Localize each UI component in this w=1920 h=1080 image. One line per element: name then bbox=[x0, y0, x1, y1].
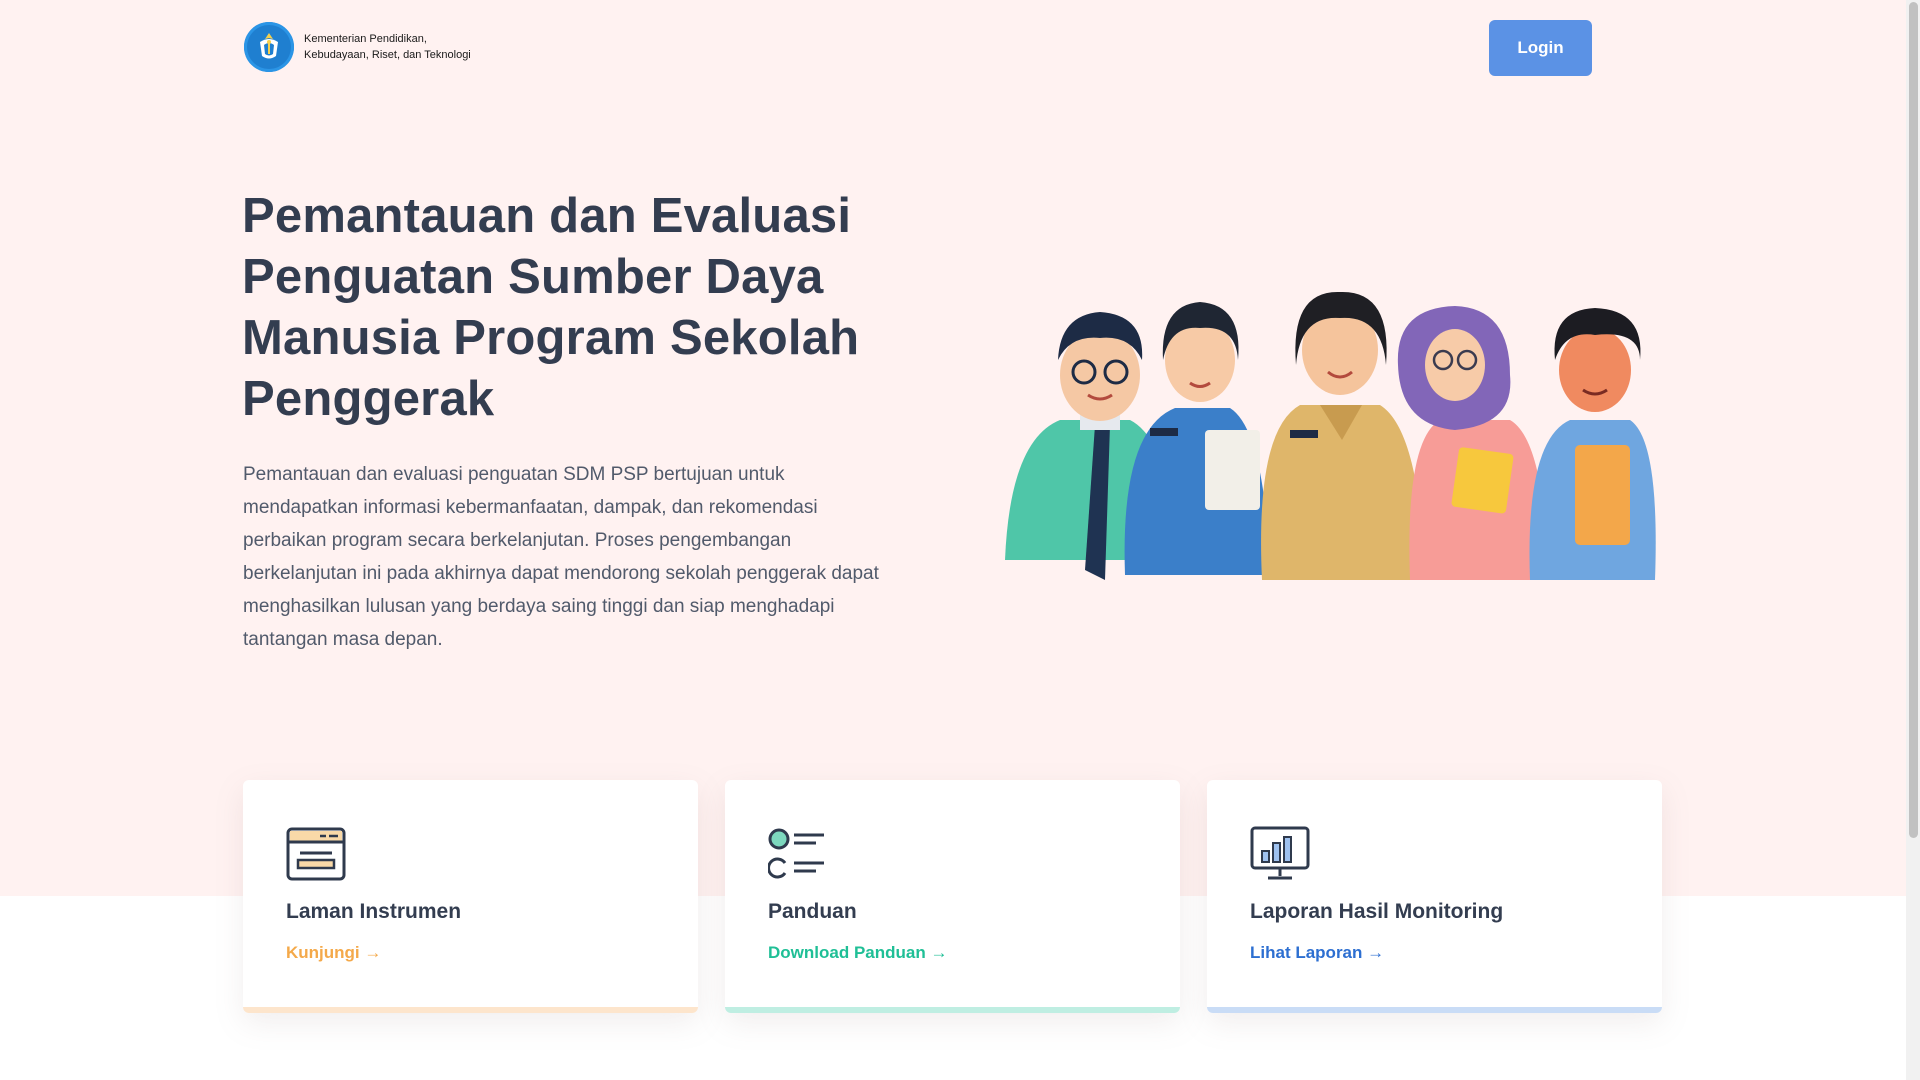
checklist-icon bbox=[768, 828, 824, 879]
card-panduan[interactable]: Panduan Download Panduan → bbox=[725, 780, 1180, 1013]
login-button[interactable]: Login bbox=[1489, 20, 1592, 76]
card-laporan-hasil-monitoring[interactable]: Laporan Hasil Monitoring Lihat Laporan → bbox=[1207, 780, 1662, 1013]
card-laman-instrumen[interactable]: Laman Instrumen Kunjungi → bbox=[243, 780, 698, 1013]
card-accent-bar bbox=[725, 1007, 1180, 1013]
ministry-name: Kementerian Pendidikan, Kebudayaan, Rise… bbox=[304, 31, 471, 63]
card-title: Panduan bbox=[768, 900, 857, 923]
people-illustration bbox=[1005, 291, 1656, 580]
card-title: Laman Instrumen bbox=[286, 900, 462, 923]
card-accent-bar bbox=[1207, 1007, 1662, 1013]
ministry-logo[interactable]: Kementerian Pendidikan, Kebudayaan, Rise… bbox=[244, 22, 471, 72]
landing-page: Kementerian Pendidikan, Kebudayaan, Rise… bbox=[0, 0, 1906, 1080]
download-panduan-link[interactable]: Download Panduan → bbox=[768, 943, 947, 963]
tut-wuri-handayani-emblem-icon bbox=[244, 22, 294, 72]
card-accent-bar bbox=[243, 1007, 698, 1013]
hero-title: Pemantauan dan Evaluasi Penguatan Sumber… bbox=[242, 189, 860, 426]
browser-window-icon bbox=[286, 827, 346, 881]
lihat-laporan-link[interactable]: Lihat Laporan → bbox=[1250, 943, 1384, 963]
vertical-scrollbar[interactable] bbox=[1906, 0, 1920, 1080]
ministry-name-line1: Kementerian Pendidikan, bbox=[304, 33, 427, 45]
kunjungi-link[interactable]: Kunjungi → bbox=[286, 943, 381, 963]
hero-description: Pemantauan dan evaluasi penguatan SDM PS… bbox=[243, 464, 879, 650]
card-title: Laporan Hasil Monitoring bbox=[1250, 900, 1504, 923]
ministry-name-line2: Kebudayaan, Riset, dan Teknologi bbox=[304, 49, 471, 61]
monitor-chart-icon bbox=[1250, 826, 1310, 880]
scrollbar-thumb[interactable] bbox=[1909, 2, 1918, 838]
